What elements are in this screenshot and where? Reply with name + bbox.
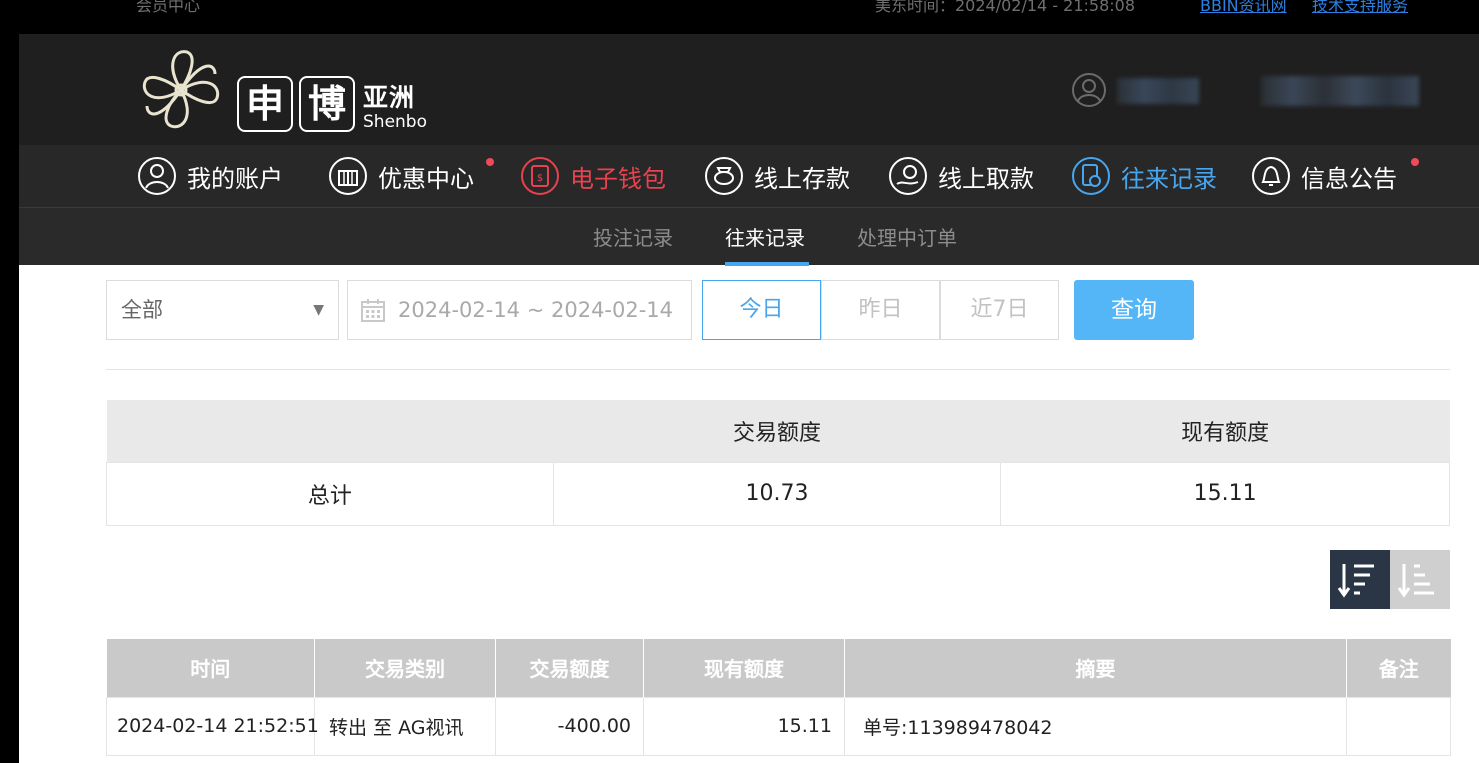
tech-support-link[interactable]: 技术支持服务 [1312,0,1408,16]
nav-transaction-records[interactable]: 往来记录 [1071,145,1217,207]
nav-label: 线上取款 [938,164,1034,193]
nav-label: 电子钱包 [570,164,666,193]
nav-online-deposit[interactable]: 线上存款 [704,145,850,207]
logo[interactable]: 申 博 亚洲 Shenbo [135,42,435,138]
nav-label: 信息公告 [1301,164,1397,193]
member-center-label: 会员中心 [136,0,201,15]
caret-down-icon: ▼ [313,302,324,318]
svg-text:$: $ [537,173,543,184]
summary-header-blank [106,400,554,462]
summary-total-amount: 10.73 [552,461,1002,526]
bell-icon [1252,157,1290,195]
col-time: 时间 [106,639,315,697]
user-info [1071,72,1431,108]
logo-asia: 亚洲 [363,83,416,112]
col-amount: 交易额度 [495,639,644,697]
table-row: 2024-02-14 21:52:51 转出 至 AG视讯 -400.00 15… [106,696,1451,756]
divider [106,369,1450,370]
user-icon [138,157,176,195]
balance-redacted [1261,76,1419,106]
cell-summary: 单号:113989478042 [844,696,1347,756]
summary-total-label: 总计 [106,461,554,526]
date-range-value: 2024-02-14 ~ 2024-02-14 [398,298,674,322]
nav-e-wallet[interactable]: $ 电子钱包 [520,145,666,207]
col-balance: 现有额度 [643,639,845,697]
nav-announcements[interactable]: 信息公告 [1251,145,1397,207]
last-7-days-button[interactable]: 近7日 [940,280,1059,340]
deposit-icon [705,157,743,195]
col-summary: 摘要 [844,639,1347,697]
sort-ascending-icon [1397,564,1434,598]
sub-nav: 投注记录 往来记录 处理中订单 [19,207,1479,266]
nav-online-withdraw[interactable]: 线上取款 [888,145,1034,207]
active-tab-indicator [725,262,809,266]
today-button[interactable]: 今日 [702,280,821,340]
query-button[interactable]: 查询 [1074,280,1194,340]
announcements-badge-dot [1411,158,1419,166]
summary-total-balance: 15.11 [1000,461,1450,526]
col-type: 交易类别 [314,639,496,697]
nav-label: 线上存款 [754,164,850,193]
et-time: 美东时间：2024/02/14 - 21:58:08 [875,0,1136,15]
gift-icon [329,157,367,195]
withdraw-icon [889,157,927,195]
yesterday-button[interactable]: 昨日 [821,280,940,340]
logo-char-shen: 申 [237,76,293,132]
cell-balance: 15.11 [643,696,845,756]
sort-descending-icon [1337,564,1374,598]
transactions-table: 时间 交易类别 交易额度 现有额度 摘要 备注 2024-02-14 21:52… [106,639,1451,756]
promotions-badge-dot [486,158,494,166]
sort-ascending-button[interactable] [1390,550,1450,609]
nav-promotions[interactable]: 优惠中心 [328,145,474,207]
user-avatar-icon[interactable] [1071,72,1107,108]
summary-table: 交易额度 现有额度 总计 10.73 15.11 [106,400,1450,526]
logo-char-bo: 博 [299,76,355,132]
tab-transaction-records[interactable]: 往来记录 [725,222,805,251]
main-nav: 我的账户 优惠中心 $ 电子钱包 线上存款 线上取款 往来记录 信息公告 [19,145,1479,207]
top-bar: 会员中心 美东时间：2024/02/14 - 21:58:08 BBIN资讯网 … [19,0,1479,34]
tab-bet-records[interactable]: 投注记录 [593,222,673,251]
nav-my-account[interactable]: 我的账户 [137,145,283,207]
flower-logo-icon [142,50,220,129]
summary-header-amount: 交易额度 [553,400,1001,462]
type-select-value: 全部 [121,298,163,322]
wallet-icon: $ [521,157,559,195]
bbin-news-link[interactable]: BBIN资讯网 [1200,0,1287,16]
site-header: 申 博 亚洲 Shenbo [19,34,1479,145]
col-remark: 备注 [1346,639,1451,697]
nav-label: 优惠中心 [378,164,474,193]
date-range-input[interactable]: 2024-02-14 ~ 2024-02-14 [347,280,692,340]
type-select[interactable]: 全部 ▼ [106,280,339,340]
logo-latin: Shenbo [363,112,427,132]
nav-label: 往来记录 [1121,164,1217,193]
records-icon [1072,157,1110,195]
cell-remark [1346,696,1451,756]
nav-label: 我的账户 [187,164,283,193]
sort-descending-button[interactable] [1330,550,1390,609]
cell-amount: -400.00 [495,696,644,756]
summary-header-balance: 现有额度 [1000,400,1450,462]
calendar-icon [361,299,385,322]
cell-time: 2024-02-14 21:52:51 [106,696,319,756]
tab-pending-orders[interactable]: 处理中订单 [857,222,957,251]
window-edge [0,0,19,763]
username-redacted [1117,78,1199,104]
cell-type: 转出 至 AG视讯 [314,696,496,756]
